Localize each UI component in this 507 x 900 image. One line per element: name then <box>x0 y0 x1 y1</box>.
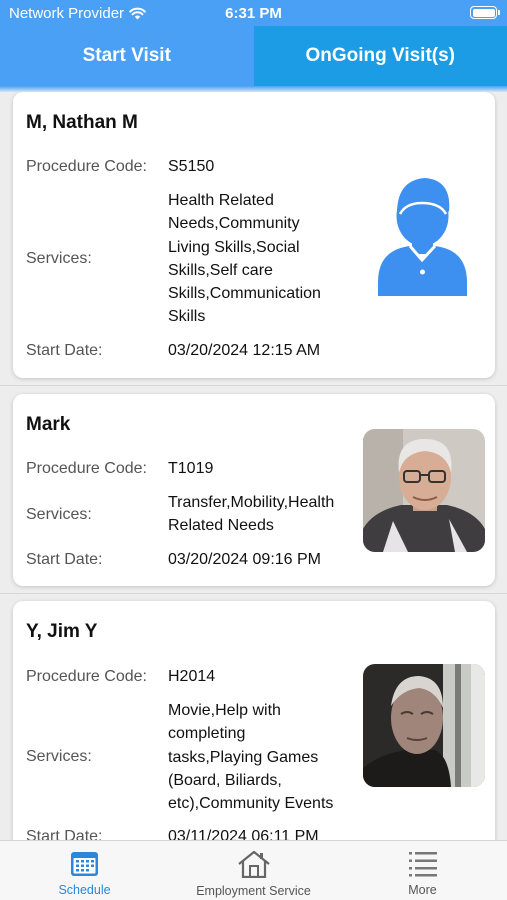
home-icon <box>237 850 270 878</box>
procedure-code-value: T1019 <box>168 460 214 477</box>
start-date-value: 03/20/2024 09:16 PM <box>168 551 322 568</box>
nav-schedule[interactable]: Schedule <box>0 841 169 900</box>
status-time: 6:31 PM <box>225 5 282 22</box>
procedure-code-label: Procedure Code: <box>26 158 147 175</box>
procedure-code-value: S5150 <box>168 158 215 175</box>
bottom-tab-bar: Schedule Employment Service More <box>0 840 507 900</box>
tab-start-visit[interactable]: Start Visit <box>0 26 254 86</box>
visit-card[interactable]: M, Nathan M Procedure Code: S5150 Servic… <box>13 92 495 378</box>
services-value: Movie,Help with completing tasks,Playing… <box>168 699 363 815</box>
services-label: Services: <box>26 250 92 267</box>
menu-list-icon <box>408 852 437 877</box>
elderly-man-by-window-photo <box>363 664 485 787</box>
start-date-label: Start Date: <box>26 828 103 840</box>
services-line: completing <box>168 725 246 743</box>
services-line: Transfer,Mobility,Health <box>168 494 335 511</box>
services-value: Transfer,Mobility,Health Related Needs <box>168 491 363 538</box>
nav-more[interactable]: More <box>338 841 507 900</box>
services-line: Needs,Community <box>168 215 300 233</box>
nav-more-label: More <box>408 883 437 897</box>
services-label: Services: <box>26 506 92 523</box>
services-line: Related Needs <box>168 517 274 535</box>
services-line: tasks,Playing Games <box>168 748 319 766</box>
services-value: Health Related Needs,Community Living Sk… <box>168 189 358 329</box>
status-bar: Network Provider 6:31 PM <box>0 0 507 26</box>
procedure-code-label: Procedure Code: <box>26 460 147 477</box>
services-line: Health Related <box>168 192 274 209</box>
services-line: Skills,Self care <box>168 261 273 279</box>
services-line: Movie,Help with <box>168 702 281 719</box>
services-label: Services: <box>26 748 92 765</box>
calendar-icon <box>71 852 98 876</box>
services-line: etc),Community Events <box>168 795 334 813</box>
battery-icon <box>470 6 500 19</box>
services-line: Skills <box>168 308 206 326</box>
services-line: (Board, Biliards, <box>168 771 282 789</box>
start-date-label: Start Date: <box>26 342 103 359</box>
visit-card[interactable]: Mark Procedure Code: T1019 Services: Tra… <box>13 394 495 586</box>
default-avatar-icon <box>378 178 467 296</box>
start-date-value: 03/20/2024 12:15 AM <box>168 342 321 359</box>
visit-card[interactable]: Y, Jim Y Procedure Code: H2014 Services:… <box>13 601 495 840</box>
card-separator <box>0 385 507 386</box>
start-date-value: 03/11/2024 06:11 PM <box>168 828 319 840</box>
nav-schedule-label: Schedule <box>58 883 111 897</box>
client-name: Y, Jim Y <box>26 621 98 642</box>
nav-employment-service-label: Employment Service <box>196 884 311 898</box>
client-name: Mark <box>26 414 71 435</box>
visit-list[interactable]: M, Nathan M Procedure Code: S5150 Servic… <box>0 92 507 840</box>
client-name: M, Nathan M <box>26 112 138 133</box>
services-line: Living Skills,Social <box>168 238 300 256</box>
start-date-label: Start Date: <box>26 551 103 568</box>
procedure-code-label: Procedure Code: <box>26 668 147 685</box>
procedure-code-value: H2014 <box>168 668 216 685</box>
tab-ongoing-visits[interactable]: OnGoing Visit(s) <box>253 26 507 86</box>
nav-employment-service[interactable]: Employment Service <box>169 841 338 900</box>
visit-tabs: Start Visit OnGoing Visit(s) <box>0 26 507 86</box>
elderly-man-with-glasses-photo <box>363 429 485 552</box>
card-separator <box>0 593 507 594</box>
services-line: Skills,Communication <box>168 285 321 303</box>
